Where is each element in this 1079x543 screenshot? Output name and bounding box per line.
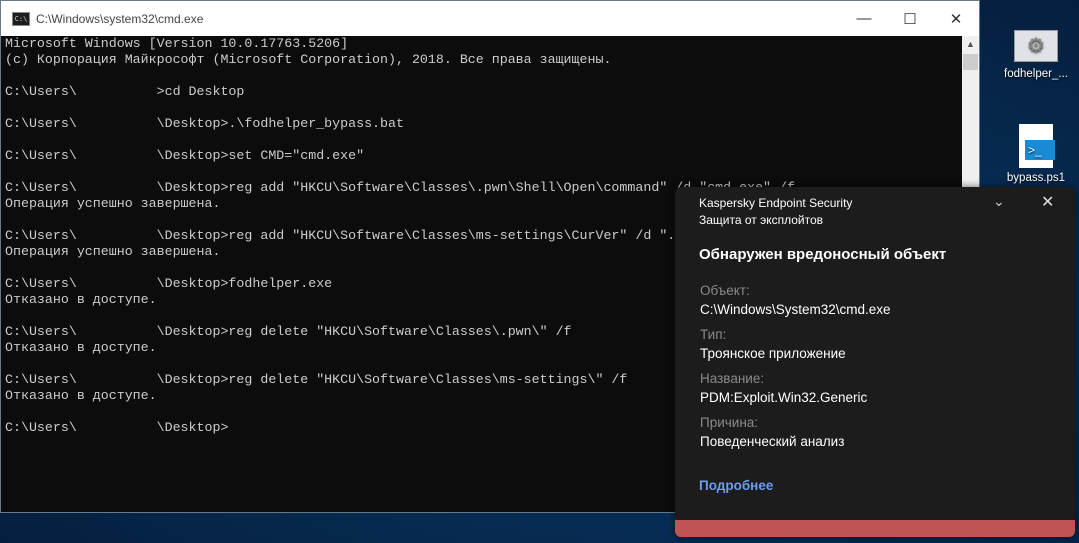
field-label: Объект: <box>700 283 750 298</box>
severity-bar <box>675 520 1075 537</box>
desktop-icon-bypass-ps1[interactable]: >_ bypass.ps1 <box>996 124 1076 184</box>
title-bar[interactable]: C:\ C:\Windows\system32\cmd.exe — ☐ ✕ <box>1 1 979 36</box>
minimize-button[interactable]: — <box>841 1 887 36</box>
field-label: Тип: <box>700 327 727 342</box>
desktop-icon-label: fodhelper_... <box>1004 68 1068 80</box>
more-details-link[interactable]: Подробнее <box>699 478 773 493</box>
maximize-button[interactable]: ☐ <box>887 1 933 36</box>
console-line: C:\Users\ >cd Desktop <box>5 84 245 99</box>
cmd-app-icon: C:\ <box>12 11 30 26</box>
scrollbar-thumb[interactable] <box>963 54 978 70</box>
scroll-up-arrow-icon[interactable]: ▲ <box>962 36 979 53</box>
detection-details: Объект: C:\Windows\System32\cmd.exe Тип: Тр… <box>700 283 891 459</box>
field-label: Название: <box>700 371 765 386</box>
gears-icon: ⚙ <box>1014 30 1058 62</box>
kaspersky-notification: Kaspersky Endpoint Security Защита от эк… <box>675 187 1075 537</box>
field-value: C:\Windows\System32\cmd.exe <box>700 302 891 317</box>
field-label: Причина: <box>700 415 759 430</box>
notification-heading: Обнаружен вредоносный объект <box>699 246 947 263</box>
console-line: C:\Users\ \Desktop>.\fodhelper_bypass.ba… <box>5 116 404 131</box>
field-value: Поведенческий анализ <box>700 434 845 449</box>
field-value: PDM:Exploit.Win32.Generic <box>700 390 868 405</box>
window-title: C:\Windows\system32\cmd.exe <box>36 11 204 26</box>
close-icon[interactable]: ✕ <box>1041 192 1054 212</box>
console-line: C:\Users\ \Desktop>set CMD="cmd.exe" <box>5 148 365 163</box>
notification-subtitle: Защита от эксплойтов <box>699 213 824 227</box>
field-value: Троянское приложение <box>700 346 846 361</box>
desktop-icon-fodhelper[interactable]: ⚙ fodhelper_... <box>996 30 1076 80</box>
chevron-down-icon[interactable]: ⌄ <box>993 193 1005 210</box>
console-line: (c) Корпорация Майкрософт (Microsoft Cor… <box>5 52 612 67</box>
close-button[interactable]: ✕ <box>933 1 979 36</box>
notification-app-name: Kaspersky Endpoint Security <box>699 196 853 210</box>
powershell-script-icon: >_ <box>1019 124 1055 168</box>
desktop-icon-label: bypass.ps1 <box>1006 172 1066 184</box>
console-line: Microsoft Windows [Version 10.0.17763.52… <box>5 36 349 51</box>
